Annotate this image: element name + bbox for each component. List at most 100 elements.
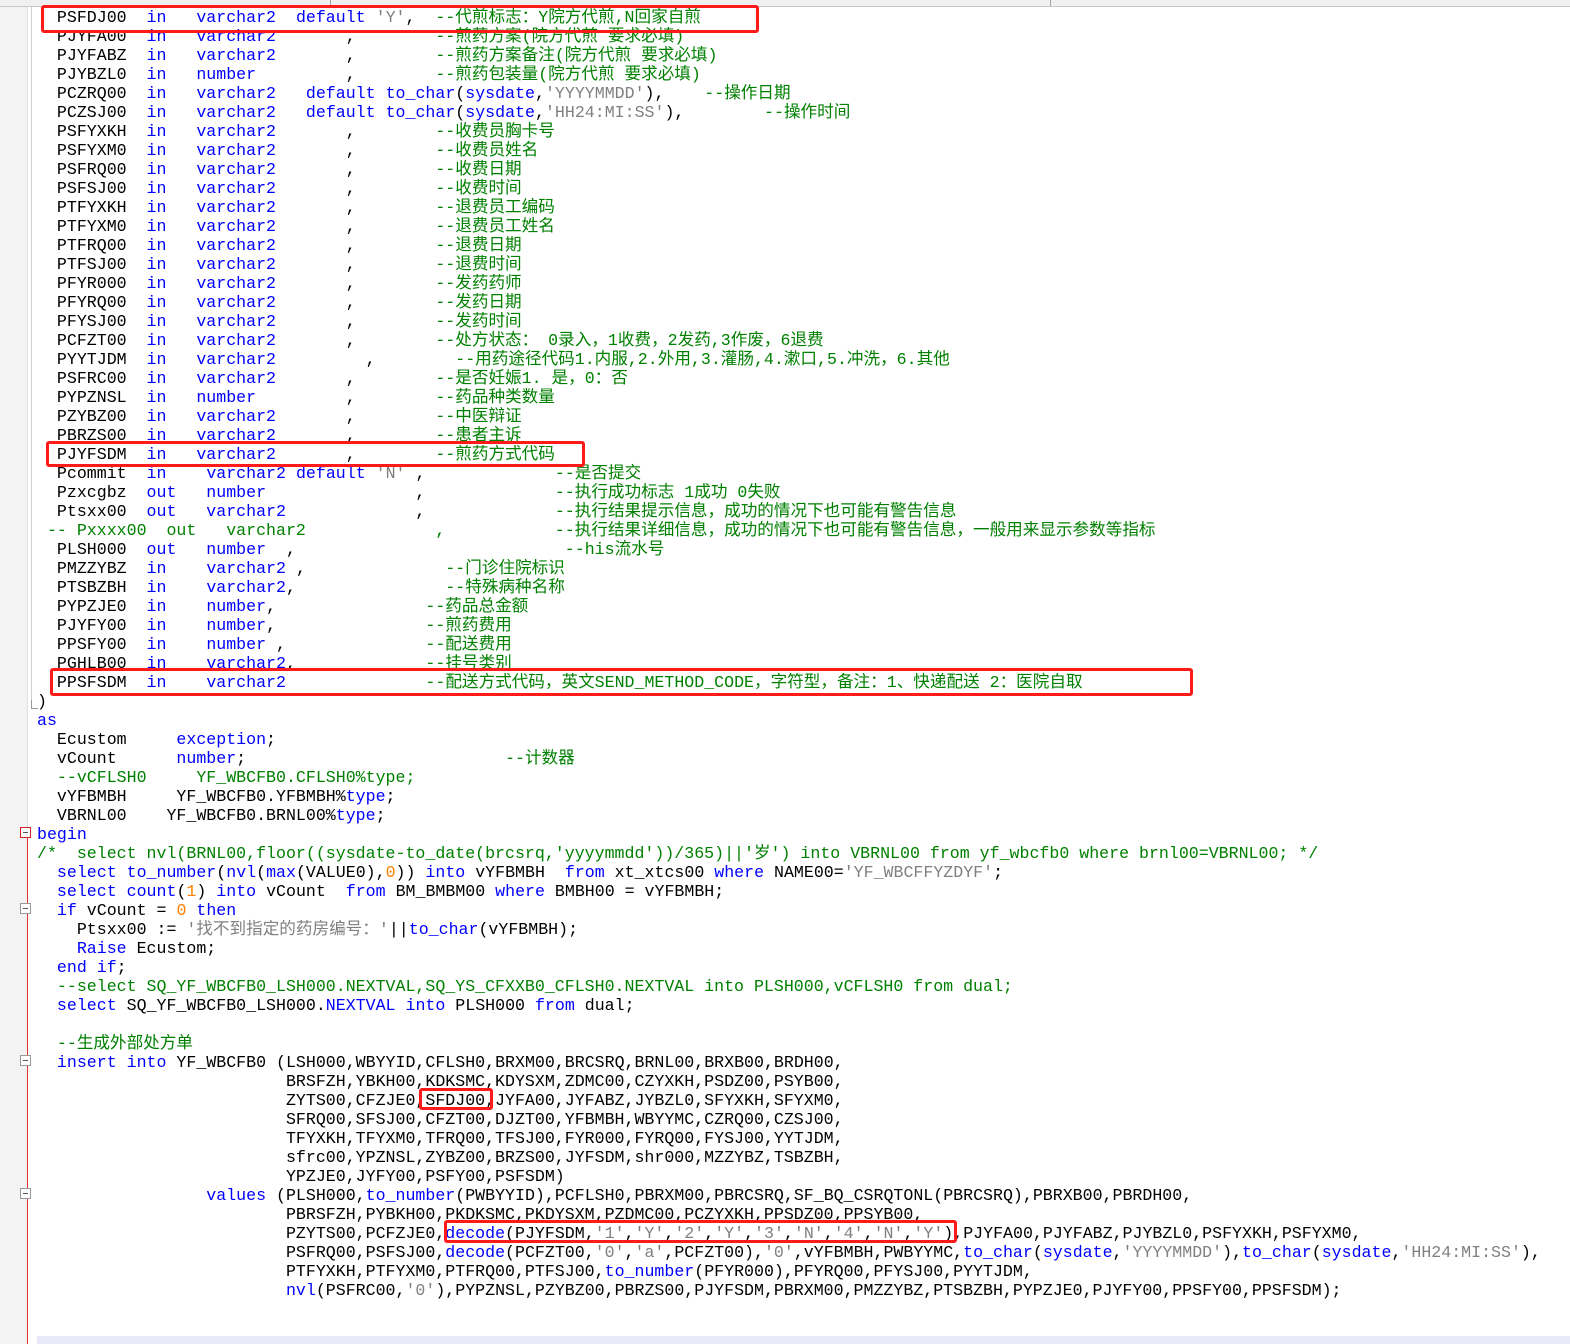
code-text: vCount [37,749,177,768]
code-line[interactable]: begin [37,825,1541,844]
code-line[interactable]: PTFYXKH in varchar2 , --退费员工编码 [37,198,1541,217]
fold-collapse-icon-insert[interactable] [20,1055,31,1066]
code-line[interactable]: nvl(PSFRC00,'0'),PYPZNSL,PZYBZ00,PBRZS00… [37,1281,1541,1300]
code-line[interactable]: vYFBMBH YF_WBCFB0.YFBMBH%type; [37,787,1541,806]
code-line[interactable]: as [37,711,1541,730]
code-text: (PFYR000),PFYRQ00,PFYSJ00,PYYTJDM, [694,1262,1033,1281]
code-line[interactable]: Ptsxx00 := '找不到指定的药房编号：'||to_char(vYFBMB… [37,920,1541,939]
code-line[interactable]: PSFRQ00 in varchar2 , --收费日期 [37,160,1541,179]
keyword-token: varchar2 [196,312,277,331]
code-line[interactable]: --生成外部处方单 [37,1034,1541,1053]
code-line[interactable]: sfrc00,YPZNSL,ZYBZ00,BRZS00,JYFSDM,shr00… [37,1148,1541,1167]
comment-token: --代煎标志：Y院方代煎,N回家自煎 [435,8,701,27]
code-line[interactable]: PPSFSDM in varchar2 --配送方式代码，英文SEND_METH… [37,673,1541,692]
code-line[interactable]: PJYFY00 in number, --煎药费用 [37,616,1541,635]
code-line[interactable]: PSFYXKH in varchar2 , --收费员胸卡号 [37,122,1541,141]
keyword-token: default [305,84,376,103]
code-line[interactable]: PYYTJDM in varchar2 , --用药途径代码1.内服,2.外用,… [37,350,1541,369]
code-editor[interactable]: PSFDJ00 in varchar2 default 'Y', --代煎标志：… [37,8,1541,1300]
code-line[interactable]: PZYBZ00 in varchar2 , --中医辩证 [37,407,1541,426]
code-text: , [276,369,436,388]
code-line[interactable]: PCZRQ00 in varchar2 default to_char(sysd… [37,84,1541,103]
code-line[interactable]: PSFRQ00,PSFSJ00,decode(PCFZT00,'0','a',P… [37,1243,1541,1262]
keyword-token: number [206,597,267,616]
code-line[interactable]: PSFYXM0 in varchar2 , --收费员姓名 [37,141,1541,160]
code-line[interactable]: PYPZNSL in number , --药品种类数量 [37,388,1541,407]
code-line[interactable]: PFYR000 in varchar2 , --发药药师 [37,274,1541,293]
code-line[interactable]: PJYFSDM in varchar2 , --煎药方式代码 [37,445,1541,464]
code-line[interactable]: PSFRC00 in varchar2 , --是否妊娠1. 是，0：否 [37,369,1541,388]
fold-collapse-icon-values[interactable] [20,1188,31,1199]
horizontal-scrollbar[interactable] [37,1336,1570,1344]
fold-collapse-icon-if[interactable] [20,903,31,914]
code-line[interactable]: PCZSJ00 in varchar2 default to_char(sysd… [37,103,1541,122]
code-line[interactable]: PSFSJ00 in varchar2 , --收费时间 [37,179,1541,198]
code-line[interactable]: PGHLB00 in varchar2, --挂号类别 [37,654,1541,673]
code-line[interactable]: insert into YF_WBCFB0 (LSH000,WBYYID,CFL… [37,1053,1541,1072]
code-line[interactable]: Raise Ecustom; [37,939,1541,958]
keyword-token: in [146,388,167,407]
code-line[interactable]: select to_number(nvl(max(VALUE0),0)) int… [37,863,1541,882]
code-line[interactable]: Pzxcgbz out number , --执行成功标志 1成功 0失败 [37,483,1541,502]
code-text: Pcommit [37,464,147,483]
keyword-token: in [146,198,167,217]
code-line[interactable]: select SQ_YF_WBCFB0_LSH000.NEXTVAL into … [37,996,1541,1015]
code-text: ( [455,103,466,122]
code-line[interactable]: vCount number; --计数器 [37,749,1541,768]
code-line[interactable]: PTFSJ00 in varchar2 , --退费时间 [37,255,1541,274]
code-line[interactable]: PZYTS00,PCFZJE0,decode(PJYFSDM,'1','Y','… [37,1224,1541,1243]
code-text: (PWBYYID),PCFLSH0,PBRXM00,PBRCSRQ,SF_BQ_… [455,1186,1193,1205]
code-line[interactable]: PTSBZBH in varchar2, --特殊病种名称 [37,578,1541,597]
code-line[interactable]: PMZZYBZ in varchar2 , --门诊住院标识 [37,559,1541,578]
code-line[interactable]: select count(1) into vCount from BM_BMBM… [37,882,1541,901]
code-text: PJYBZL0 [37,65,147,84]
code-line[interactable]: PCFZT00 in varchar2 , --处方状态： 0录入，1收费，2发… [37,331,1541,350]
comment-token: --门诊住院标识 [445,559,565,578]
comment-token: --执行结果提示信息，成功的情况下也可能有警告信息 [554,502,957,521]
code-line[interactable]: PTFRQ00 in varchar2 , --退费日期 [37,236,1541,255]
code-line[interactable]: PTFYXM0 in varchar2 , --退费员工姓名 [37,217,1541,236]
code-line[interactable]: BRSFZH,YBKH00,KDKSMC,KDYSXM,ZDMC00,CZYXK… [37,1072,1541,1091]
code-line[interactable]: if vCount = 0 then [37,901,1541,920]
code-text: PTFYXM0 [37,217,147,236]
code-line[interactable]: end if; [37,958,1541,977]
code-line[interactable]: TFYXKH,TFYXM0,TFRQ00,TFSJ00,FYR000,FYRQ0… [37,1129,1541,1148]
code-line[interactable]: Pcommit in varchar2 default 'N' , --是否提交 [37,464,1541,483]
code-line[interactable]: -- Pxxxx00 out varchar2 , --执行结果详细信息，成功的… [37,521,1541,540]
code-line[interactable]: PSFDJ00 in varchar2 default 'Y', --代煎标志：… [37,8,1541,27]
fold-collapse-icon-begin[interactable] [20,827,31,838]
code-line[interactable] [37,1015,1541,1034]
code-line[interactable]: --select SQ_YF_WBCFB0_LSH000.NEXTVAL,SQ_… [37,977,1541,996]
comment-token: --煎药方案备注(院方代煎 要求必填) [435,46,718,65]
code-line[interactable]: SFRQ00,SFSJ00,CFZT00,DJZT00,YFBMBH,WBYYM… [37,1110,1541,1129]
code-line[interactable]: /* select nvl(BRNL00,floor((sysdate-to_d… [37,844,1541,863]
code-line[interactable]: PBRSFZH,PYBKH00,PKDKSMC,PKDYSXM,PZDMC00,… [37,1205,1541,1224]
code-text: ( [1311,1243,1322,1262]
code-line[interactable]: PLSH000 out number , --his流水号 [37,540,1541,559]
keyword-token: as [37,711,57,730]
code-line[interactable]: --vCFLSH0 YF_WBCFB0.CFLSH0%type; [37,768,1541,787]
code-line[interactable]: values (PLSH000,to_number(PWBYYID),PCFLS… [37,1186,1541,1205]
code-text: PLSH000 [37,540,147,559]
code-line[interactable]: PJYBZL0 in number , --煎药包装量(院方代煎 要求必填) [37,65,1541,84]
code-line[interactable]: Ptsxx00 out varchar2 , --执行结果提示信息，成功的情况下… [37,502,1541,521]
keyword-token: insert into [56,1053,167,1072]
code-line[interactable]: PFYRQ00 in varchar2 , --发药日期 [37,293,1541,312]
code-line[interactable]: PJYFABZ in varchar2 , --煎药方案备注(院方代煎 要求必填… [37,46,1541,65]
code-line[interactable]: YPZJE0,JYFY00,PSFY00,PSFSDM) [37,1167,1541,1186]
code-line[interactable]: PBRZS00 in varchar2 , --患者主诉 [37,426,1541,445]
code-line[interactable]: PJYFA00 in varchar2 , --煎药方案(院方代煎 要求必填) [37,27,1541,46]
code-line[interactable]: ZYTS00,CFZJE0,SFDJ00,JYFA00,JYFABZ,JYBZL… [37,1091,1541,1110]
code-line[interactable]: VBRNL00 YF_WBCFB0.BRNL00%type; [37,806,1541,825]
string-token: '2' [674,1224,705,1243]
code-line[interactable]: PPSFY00 in number , --配送费用 [37,635,1541,654]
code-line[interactable]: ) [37,692,1541,711]
code-line[interactable]: PFYSJ00 in varchar2 , --发药时间 [37,312,1541,331]
code-line[interactable]: PTFYXKH,PTFYXM0,PTFRQ00,PTFSJ00,to_numbe… [37,1262,1541,1281]
code-line[interactable]: PYPZJE0 in number, --药品总金额 [37,597,1541,616]
code-line[interactable]: Ecustom exception; [37,730,1541,749]
comment-token: --药品总金额 [425,597,529,616]
